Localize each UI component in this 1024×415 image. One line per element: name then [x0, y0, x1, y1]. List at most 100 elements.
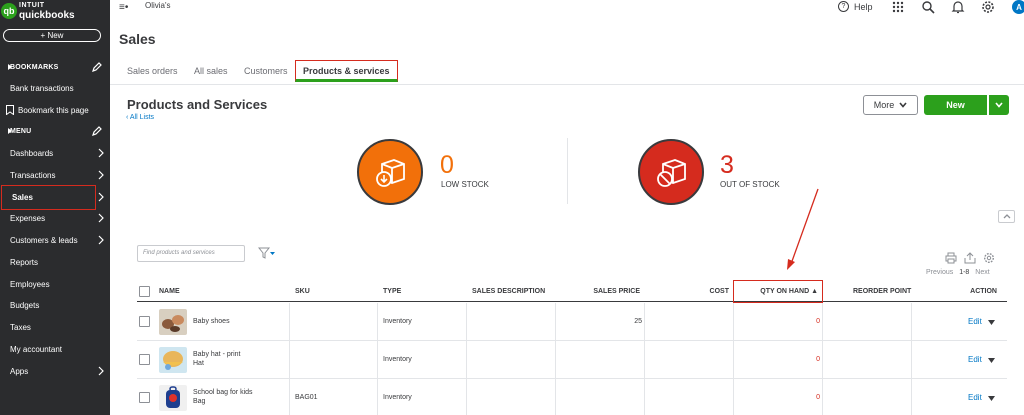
product-thumbnail-school-bag [159, 385, 187, 411]
col-cost[interactable]: COST [710, 288, 729, 295]
chevron-right-icon [98, 366, 104, 376]
sidebar-item-apps[interactable]: Apps [0, 361, 110, 381]
export-icon[interactable] [964, 252, 976, 264]
help-icon: ? [838, 1, 849, 12]
product-type: Inventory [383, 394, 412, 401]
sidebar-item-budgets[interactable]: Budgets [0, 295, 110, 315]
row-checkbox[interactable] [139, 316, 150, 327]
col-reorder-point[interactable]: REORDER POINT [853, 288, 911, 295]
pagination: Previous 1-8 Next [926, 269, 990, 276]
sidebar-item-expenses[interactable]: Expenses [0, 208, 110, 228]
low-stock-count[interactable]: 0 [440, 151, 454, 180]
filter-icon[interactable] [258, 247, 276, 259]
product-name[interactable]: School bag for kids [193, 389, 253, 396]
product-qty-on-hand: 0 [816, 394, 820, 401]
search-input[interactable]: Find products and services [137, 245, 245, 262]
hamburger-menu-icon[interactable]: ≡• [119, 2, 128, 13]
new-product-button[interactable]: New [924, 95, 987, 115]
sidebar-item-transactions[interactable]: Transactions [0, 165, 110, 185]
table-row[interactable]: Baby shoes Inventory 25 0 Edit [137, 303, 1007, 341]
logo-intuit: INTUIT [19, 2, 45, 9]
sidebar-item-employees[interactable]: Employees [0, 274, 110, 294]
chevron-right-icon [98, 170, 104, 180]
out-of-stock-label: OUT OF STOCK [720, 180, 780, 189]
sidebar-item-bank-transactions[interactable]: Bank transactions [0, 78, 110, 98]
settings-gear-icon[interactable] [983, 252, 995, 264]
help-button[interactable]: ? Help [838, 0, 873, 13]
tabs-divider [110, 84, 1024, 85]
chevron-right-icon [98, 148, 104, 158]
table-row[interactable]: Baby hat - print Hat Inventory 0 Edit [137, 341, 1007, 379]
chevron-down-icon[interactable] [988, 320, 995, 325]
pager-range: 1-8 [959, 269, 970, 276]
out-of-stock-indicator[interactable] [638, 139, 704, 205]
bookmarks-header[interactable]: BOOKMARKS [0, 58, 110, 76]
low-stock-indicator[interactable] [357, 139, 423, 205]
tab-sales-orders[interactable]: Sales orders [127, 66, 178, 76]
select-all-checkbox[interactable] [139, 286, 150, 297]
sidebar-item-sales[interactable]: Sales [1, 185, 96, 210]
product-type: Inventory [383, 318, 412, 325]
sidebar-new-button[interactable]: + New [3, 29, 101, 42]
edit-link[interactable]: Edit [968, 355, 982, 364]
chevron-down-icon[interactable] [988, 396, 995, 401]
sidebar-item-reports[interactable]: Reports [0, 252, 110, 272]
sidebar-item-taxes[interactable]: Taxes [0, 317, 110, 337]
col-sales-price[interactable]: SALES PRICE [593, 288, 640, 295]
section-title: Products and Services [127, 97, 268, 112]
tab-customers[interactable]: Customers [244, 66, 288, 76]
low-stock-label: LOW STOCK [441, 180, 489, 189]
col-type[interactable]: TYPE [383, 288, 401, 295]
menu-header[interactable]: MENU [0, 122, 110, 140]
app-root: qb INTUIT quickbooks + New BOOKMARKS Ban… [0, 0, 1024, 415]
sidebar-item-customers-leads[interactable]: Customers & leads [0, 230, 110, 250]
row-checkbox[interactable] [139, 392, 150, 403]
sidebar-item-my-accountant[interactable]: My accountant [0, 339, 110, 359]
bookmark-icon [6, 105, 14, 115]
edit-pencil-icon[interactable] [92, 62, 102, 72]
new-dropdown-button[interactable] [989, 95, 1009, 115]
row-checkbox[interactable] [139, 354, 150, 365]
product-type: Inventory [383, 356, 412, 363]
edit-pencil-icon[interactable] [92, 126, 102, 136]
product-sku: BAG01 [295, 394, 318, 401]
product-thumbnail-baby-shoes [159, 309, 187, 335]
all-lists-link[interactable]: ‹ All Lists [126, 114, 154, 121]
print-icon[interactable] [945, 252, 957, 264]
pager-previous[interactable]: Previous [926, 269, 953, 276]
chevron-right-icon [98, 192, 104, 202]
avatar[interactable]: A [1012, 0, 1024, 14]
chevron-up-icon [1003, 214, 1010, 219]
quickbooks-logo[interactable]: qb INTUIT quickbooks [0, 0, 75, 22]
chevron-down-icon[interactable] [988, 358, 995, 363]
col-name[interactable]: NAME [159, 288, 180, 295]
qty-on-hand-highlight [733, 280, 823, 303]
table-header: NAME SKU TYPE SALES DESCRIPTION SALES PR… [137, 282, 1007, 302]
tab-products-services[interactable]: Products & services [295, 60, 398, 82]
product-qty-on-hand: 0 [816, 356, 820, 363]
out-of-stock-count[interactable]: 3 [720, 151, 734, 180]
pager-next[interactable]: Next [975, 269, 989, 276]
apps-grid-icon[interactable] [891, 0, 905, 14]
sidebar-item-bookmark-this-page[interactable]: Bookmark this page [0, 100, 110, 120]
chevron-down-icon [899, 102, 907, 108]
notifications-bell-icon[interactable] [951, 0, 965, 14]
table-row[interactable]: School bag for kids Bag BAG01 Inventory … [137, 379, 1007, 415]
search-icon[interactable] [921, 0, 935, 14]
collapse-chevron-icon [8, 64, 12, 70]
collapse-button[interactable] [998, 210, 1015, 223]
logo-quickbooks: quickbooks [19, 10, 75, 21]
col-sales-description[interactable]: SALES DESCRIPTION [472, 288, 545, 295]
gear-icon[interactable] [981, 0, 995, 14]
sidebar-item-dashboards[interactable]: Dashboards [0, 143, 110, 163]
col-sku[interactable]: SKU [295, 288, 310, 295]
more-button[interactable]: More [863, 95, 918, 115]
sidebar: qb INTUIT quickbooks + New BOOKMARKS Ban… [0, 0, 110, 415]
product-name[interactable]: Baby shoes [193, 318, 230, 325]
edit-link[interactable]: Edit [968, 317, 982, 326]
product-name[interactable]: Baby hat - print [193, 351, 240, 358]
product-qty-on-hand: 0 [816, 318, 820, 325]
company-name: Olivia's [145, 1, 171, 10]
tab-all-sales[interactable]: All sales [194, 66, 228, 76]
edit-link[interactable]: Edit [968, 393, 982, 402]
